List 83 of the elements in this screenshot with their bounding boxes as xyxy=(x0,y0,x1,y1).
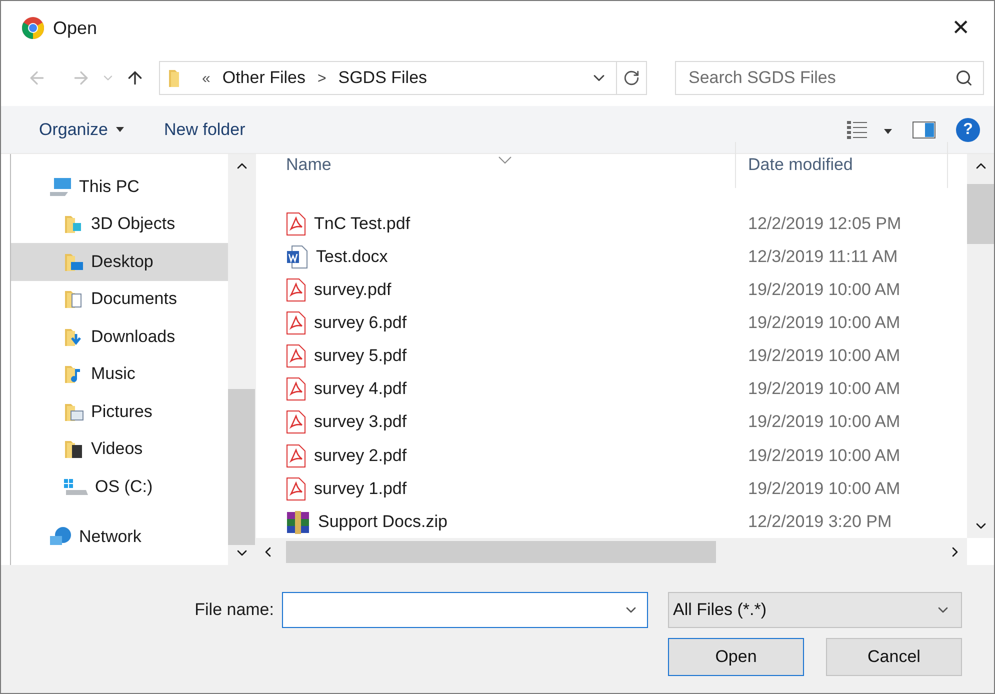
overflow-chevron[interactable]: « xyxy=(202,70,210,86)
refresh-button[interactable] xyxy=(617,61,648,95)
nav-item[interactable]: Network xyxy=(11,518,228,556)
scroll-thumb[interactable] xyxy=(967,184,994,244)
computer-icon xyxy=(49,176,73,198)
open-button[interactable]: Open xyxy=(668,638,804,676)
date-cell-text: 19/2/2019 10:00 AM xyxy=(747,478,900,499)
pdf-file-icon xyxy=(286,476,306,501)
file-name[interactable]: Support Docs.zip xyxy=(256,510,736,534)
close-button[interactable]: ✕ xyxy=(944,11,978,45)
nav-item[interactable]: Desktop xyxy=(11,243,228,280)
file-name[interactable]: survey 1.pdf xyxy=(256,476,736,501)
nav-item[interactable]: Music xyxy=(11,356,228,393)
pdf-file-icon xyxy=(286,311,306,336)
archive-file-icon xyxy=(286,510,310,534)
nav-item[interactable]: Videos xyxy=(11,430,228,468)
browser-logo-icon xyxy=(21,16,45,40)
nav-label: Videos xyxy=(91,439,143,460)
nav-item[interactable]: Documents xyxy=(11,280,228,318)
nav-label: Music xyxy=(91,364,136,384)
file-name[interactable]: survey 5.pdf xyxy=(256,344,736,368)
nav-item[interactable]: This PC xyxy=(11,168,228,206)
scroll-thumb[interactable] xyxy=(228,389,255,545)
file-name[interactable]: survey.pdf xyxy=(256,278,736,302)
nav-item[interactable]: 3D Objects xyxy=(11,206,228,243)
pdf-file-icon xyxy=(286,377,306,402)
organize-menu[interactable]: Organize xyxy=(29,114,134,146)
pdf-file-icon xyxy=(286,278,306,302)
breadcrumb[interactable]: Other Files xyxy=(222,68,306,88)
file-name[interactable]: survey 3.pdf xyxy=(256,410,736,434)
file-name[interactable]: survey 6.pdf xyxy=(256,311,736,336)
search-field[interactable]: Search SGDS Files xyxy=(675,61,984,95)
column-header[interactable]: Name xyxy=(256,142,736,188)
date-cell-text: 19/2/2019 10:00 AM xyxy=(747,379,900,400)
view-options-icon[interactable] xyxy=(846,118,892,140)
nav-label: OS (C:) xyxy=(95,476,153,497)
file-name[interactable]: survey 2.pdf xyxy=(256,444,736,468)
nav-item[interactable]: OS (C:) xyxy=(11,468,228,506)
nav-label: 3D Objects xyxy=(91,214,176,234)
new-folder-button[interactable]: New folder xyxy=(154,114,256,146)
nav-label: Downloads xyxy=(91,326,176,347)
file-name-label: File name: xyxy=(194,600,274,620)
date-cell-text: 12/3/2019 11:11 AM xyxy=(747,247,898,268)
date-cell-text: 19/2/2019 10:00 AM xyxy=(747,313,900,334)
pdf-file-icon xyxy=(286,444,306,468)
file-name[interactable]: Test.docx xyxy=(256,245,736,270)
horizontal-scrollbar[interactable] xyxy=(256,538,967,565)
cancel-button[interactable]: Cancel xyxy=(826,638,962,676)
scroll-thumb[interactable] xyxy=(286,540,716,562)
date-cell-text: 12/2/2019 12:05 PM xyxy=(747,214,902,234)
preview-pane-icon[interactable] xyxy=(912,120,936,140)
videos-folder-icon xyxy=(63,438,85,460)
nav-item[interactable]: Pictures xyxy=(11,393,228,430)
date-cell-text: 12/2/2019 3:20 PM xyxy=(747,512,892,532)
date-cell-text: 19/2/2019 10:00 AM xyxy=(747,280,900,300)
pdf-file-icon xyxy=(286,410,306,434)
date-cell-text: 19/2/2019 10:00 AM xyxy=(747,446,900,466)
refresh-icon xyxy=(623,69,640,87)
search-icon xyxy=(955,69,973,87)
word-file-icon xyxy=(286,245,308,270)
breadcrumb[interactable]: SGDS Files xyxy=(338,68,428,88)
scrollbar[interactable] xyxy=(967,154,994,538)
date-cell-text: 19/2/2019 10:00 AM xyxy=(747,346,900,366)
help-button[interactable]: ? xyxy=(956,118,980,142)
folder-icon xyxy=(168,68,182,88)
nav-label: Documents xyxy=(91,289,177,310)
file-name[interactable]: TnC Test.pdf xyxy=(256,212,736,236)
nav-label: This PC xyxy=(79,176,140,197)
scrollbar[interactable] xyxy=(228,154,255,565)
nav-item[interactable]: Downloads xyxy=(11,318,228,356)
file-name[interactable]: survey 4.pdf xyxy=(256,377,736,402)
path-separator: > xyxy=(317,70,326,86)
nav-label: Desktop xyxy=(91,252,154,272)
date-cell-text: 19/2/2019 10:00 AM xyxy=(747,412,900,432)
nav-label: Network xyxy=(79,527,142,548)
column-header[interactable]: Date modified xyxy=(736,142,948,188)
pdf-file-icon xyxy=(286,212,306,236)
file-type-dropdown[interactable]: All Files (*.*) xyxy=(668,592,962,628)
pdf-file-icon xyxy=(286,344,306,368)
file-name-field[interactable] xyxy=(282,592,648,628)
nav-label: Pictures xyxy=(91,402,152,422)
address-bar[interactable]: « Other Files > SGDS Files xyxy=(159,61,618,95)
window-title: Open xyxy=(53,18,98,38)
